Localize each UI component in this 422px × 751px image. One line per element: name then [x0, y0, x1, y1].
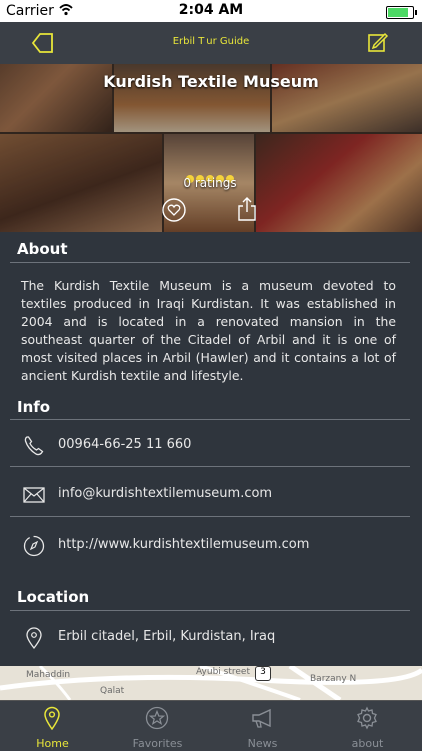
battery-icon	[386, 6, 417, 19]
website-url[interactable]: http://www.kurdishtextilemuseum.com	[58, 537, 309, 552]
ratings-count: 0 ratings	[183, 176, 237, 190]
phone-icon	[24, 436, 44, 456]
tab-home[interactable]: Home	[0, 701, 105, 751]
route-badge: 3	[255, 666, 271, 681]
app-title: Erbil T ur Guide	[172, 36, 250, 47]
about-description: The Kurdish Textile Museum is a museum d…	[21, 278, 396, 383]
mail-icon	[23, 487, 45, 503]
status-bar: Carrier 2:04 AM	[0, 0, 422, 22]
tab-label: Home	[36, 737, 69, 750]
divider	[10, 466, 410, 467]
divider	[10, 610, 410, 611]
divider	[10, 516, 410, 517]
map-street-label: Barzany N	[310, 674, 357, 684]
map-pin-icon	[44, 706, 60, 730]
map-view[interactable]: Ayubi street Qalat Barzany N Mahaddin 3	[0, 666, 422, 700]
map-street-label: Mahaddin	[26, 670, 71, 680]
divider	[10, 262, 410, 263]
tab-news[interactable]: News	[210, 701, 315, 751]
share-icon[interactable]	[236, 196, 258, 222]
map-street-label: Qalat	[100, 686, 125, 696]
email-address[interactable]: info@kurdishtextilemuseum.com	[58, 486, 272, 501]
phone-row[interactable]: 00964-66-25 11 660	[0, 422, 422, 470]
nav-bar: Erbil T ur Guide	[0, 22, 422, 64]
tab-about[interactable]: about	[315, 701, 420, 751]
website-row[interactable]: http://www.kurdishtextilemuseum.com	[0, 522, 422, 570]
tab-label: Favorites	[132, 737, 183, 750]
compass-icon	[23, 535, 45, 557]
clock: 2:04 AM	[178, 2, 244, 18]
phone-number[interactable]: 00964-66-25 11 660	[58, 437, 191, 452]
address-row[interactable]: Erbil citadel, Erbil, Kurdistan, Iraq	[0, 614, 422, 662]
gear-icon	[357, 706, 377, 730]
favorite-heart-icon[interactable]	[162, 198, 186, 222]
tab-bar: Home Favorites News about	[0, 700, 422, 751]
tab-label: about	[351, 737, 384, 750]
tab-favorites[interactable]: Favorites	[105, 701, 210, 751]
tab-label: News	[247, 737, 278, 750]
star-icon	[145, 706, 169, 730]
map-street-label: Ayubi street	[196, 667, 250, 677]
info-heading: Info	[17, 398, 51, 416]
megaphone-icon	[252, 708, 271, 728]
divider	[10, 419, 410, 420]
about-heading: About	[17, 240, 68, 258]
location-pin-icon	[26, 627, 42, 650]
location-heading: Location	[17, 588, 90, 606]
email-row[interactable]: info@kurdishtextilemuseum.com	[0, 471, 422, 519]
place-title: Kurdish Textile Museum	[103, 72, 319, 91]
address-text: Erbil citadel, Erbil, Kurdistan, Iraq	[58, 629, 276, 644]
edit-icon[interactable]	[366, 30, 390, 54]
